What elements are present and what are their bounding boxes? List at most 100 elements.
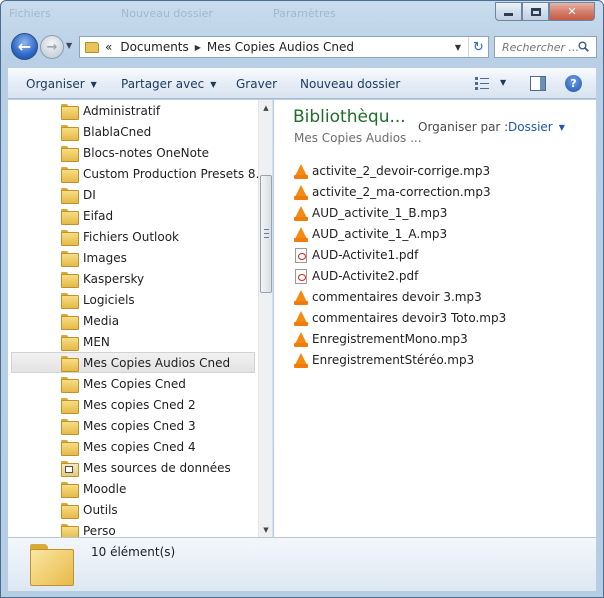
minimize-button[interactable]	[495, 2, 522, 21]
title-bar[interactable]: Fichiers Nouveau dossier Paramètres ✕	[1, 1, 603, 27]
arrange-by-dropdown[interactable]: Dossier ▼	[508, 120, 565, 134]
file-list-item[interactable]: AUD-Activite1.pdf	[294, 245, 584, 265]
new-folder-button[interactable]: Nouveau dossier	[300, 77, 400, 91]
back-button[interactable]: ←	[11, 33, 38, 60]
title-ghost-text: Fichiers	[9, 7, 51, 20]
refresh-icon: ↻	[473, 39, 484, 55]
grip-icon	[264, 229, 269, 238]
view-options-dropdown[interactable]: ▼	[500, 78, 506, 87]
nav-tree-item[interactable]: Mes Copies Audios Cned	[11, 352, 255, 373]
vlc-media-icon	[294, 226, 308, 242]
arrange-by-value: Dossier	[508, 120, 553, 134]
forward-arrow-icon: →	[46, 39, 58, 55]
refresh-button[interactable]: ↻	[468, 37, 488, 57]
folder-icon	[61, 481, 79, 498]
file-list-item[interactable]: AUD_activite_1_B.mp3	[294, 203, 584, 223]
nav-tree-item[interactable]: Media	[11, 310, 255, 331]
file-name: AUD_activite_1_A.mp3	[312, 227, 448, 241]
explorer-window: Fichiers Nouveau dossier Paramètres ✕ ← …	[0, 0, 604, 598]
folder-icon	[61, 166, 79, 183]
file-name: activite_2_devoir-corrige.mp3	[312, 164, 491, 178]
item-count: 10 élément(s)	[91, 545, 176, 559]
share-with-button[interactable]: Partager avec ▼	[121, 77, 216, 91]
maximize-icon	[530, 7, 541, 16]
change-view-icon[interactable]	[475, 77, 489, 90]
breadcrumb-chevron-icon[interactable]: ▶	[195, 43, 201, 52]
vlc-media-icon	[294, 310, 308, 326]
nav-pane-scrollbar[interactable]: ▲ ▼	[258, 100, 272, 537]
folder-icon	[61, 208, 79, 225]
nav-tree-item[interactable]: Fichiers Outlook	[11, 226, 255, 247]
search-box[interactable]	[494, 36, 597, 58]
share-label: Partager avec	[121, 77, 205, 91]
file-list-item[interactable]: EnregistrementMono.mp3	[294, 329, 584, 349]
nav-tree-item-label: DI	[83, 187, 96, 202]
breadcrumb-current-folder[interactable]: Mes Copies Audios Cned	[207, 40, 354, 54]
nav-tree-item[interactable]: Images	[11, 247, 255, 268]
nav-tree-item-label: Mes copies Cned 4	[83, 439, 196, 454]
nav-tree-item[interactable]: Mes copies Cned 3	[11, 415, 255, 436]
folder-icon	[61, 313, 79, 330]
address-dropdown-button[interactable]: ▼	[450, 37, 466, 57]
nav-tree-item[interactable]: Kaspersky	[11, 268, 255, 289]
recent-pages-button[interactable]: ▼	[66, 41, 72, 50]
nav-tree-item[interactable]: Administratif	[11, 100, 255, 121]
organize-button[interactable]: Organiser ▼	[26, 77, 97, 91]
chevron-down-icon: ▼	[558, 123, 565, 132]
file-list-item[interactable]: AUD-Activite2.pdf	[294, 266, 584, 286]
nav-tree-item[interactable]: BlablaCned	[11, 121, 255, 142]
nav-tree-item-label: Outils	[83, 502, 118, 517]
file-name: EnregistrementStéréo.mp3	[312, 353, 475, 367]
search-icon[interactable]	[578, 41, 589, 52]
nav-tree-item[interactable]: Logiciels	[11, 289, 255, 310]
breadcrumb-documents[interactable]: Documents	[120, 40, 188, 54]
nav-tree-item[interactable]: Mes sources de données	[11, 457, 255, 478]
navigation-row: ← → ▼ « Documents ▶ Mes Copies Audios Cn…	[1, 29, 603, 65]
search-input[interactable]	[502, 40, 578, 54]
file-list-item[interactable]: AUD_activite_1_A.mp3	[294, 224, 584, 244]
scroll-down-arrow-icon[interactable]: ▼	[259, 522, 272, 537]
nav-tree-item[interactable]: Outils	[11, 499, 255, 520]
chevron-down-icon: ▼	[454, 42, 462, 52]
command-bar: Organiser ▼ Partager avec ▼ Graver Nouveau…	[8, 67, 596, 99]
content-pane[interactable]: Bibliothèqu... Mes Copies Audios ... Org…	[274, 100, 596, 537]
nav-tree-item[interactable]: Moodle	[11, 478, 255, 499]
burn-button[interactable]: Graver	[236, 77, 277, 91]
folder-icon	[61, 376, 79, 393]
breadcrumb-overflow[interactable]: «	[105, 40, 112, 54]
help-icon[interactable]: ?	[565, 75, 582, 92]
nav-tree-item[interactable]: Mes Copies Cned	[11, 373, 255, 394]
nav-tree-item[interactable]: Eifad	[11, 205, 255, 226]
pdf-icon	[295, 268, 307, 284]
nav-tree-item-label: Mes Copies Audios Cned	[83, 355, 231, 370]
file-list-item[interactable]: EnregistrementStéréo.mp3	[294, 350, 584, 370]
preview-pane-icon[interactable]	[530, 76, 546, 91]
nav-tree-item[interactable]: Mes copies Cned 4	[11, 436, 255, 457]
folder-icon	[61, 523, 79, 537]
scroll-up-arrow-icon[interactable]: ▲	[259, 100, 272, 115]
title-ghost-text: Paramètres	[273, 7, 336, 20]
address-bar[interactable]: « Documents ▶ Mes Copies Audios Cned ▼ ↻	[79, 36, 489, 58]
nav-tree-item[interactable]: DI	[11, 184, 255, 205]
nav-tree-item[interactable]: Perso	[11, 520, 255, 537]
forward-button[interactable]: →	[40, 35, 64, 59]
nav-tree-item[interactable]: Mes copies Cned 2	[11, 394, 255, 415]
navigation-pane[interactable]: Administratif BlablaCned Blocs-notes OneNo…	[8, 100, 273, 537]
arrange-by-label: Organiser par :	[418, 120, 509, 134]
file-list-item[interactable]: commentaires devoir3 Toto.mp3	[294, 308, 584, 328]
nav-tree-item[interactable]: MEN	[11, 331, 255, 352]
folder-icon	[61, 334, 79, 351]
scrollbar-thumb[interactable]	[260, 175, 272, 293]
nav-tree-item[interactable]: Custom Production Presets 8.0	[11, 163, 267, 184]
folder-icon	[30, 544, 74, 586]
file-list-item[interactable]: activite_2_ma-correction.mp3	[294, 182, 584, 202]
nav-tree-item-label: Media	[83, 313, 120, 328]
folder-icon	[61, 397, 79, 414]
folder-icon	[61, 145, 79, 162]
nav-tree-item[interactable]: Blocs-notes OneNote	[11, 142, 255, 163]
maximize-button[interactable]	[522, 2, 549, 21]
file-list-item[interactable]: activite_2_devoir-corrige.mp3	[294, 161, 584, 181]
close-button[interactable]: ✕	[549, 2, 595, 21]
file-list-item[interactable]: commentaires devoir 3.mp3	[294, 287, 584, 307]
file-name: AUD-Activite1.pdf	[312, 248, 419, 262]
